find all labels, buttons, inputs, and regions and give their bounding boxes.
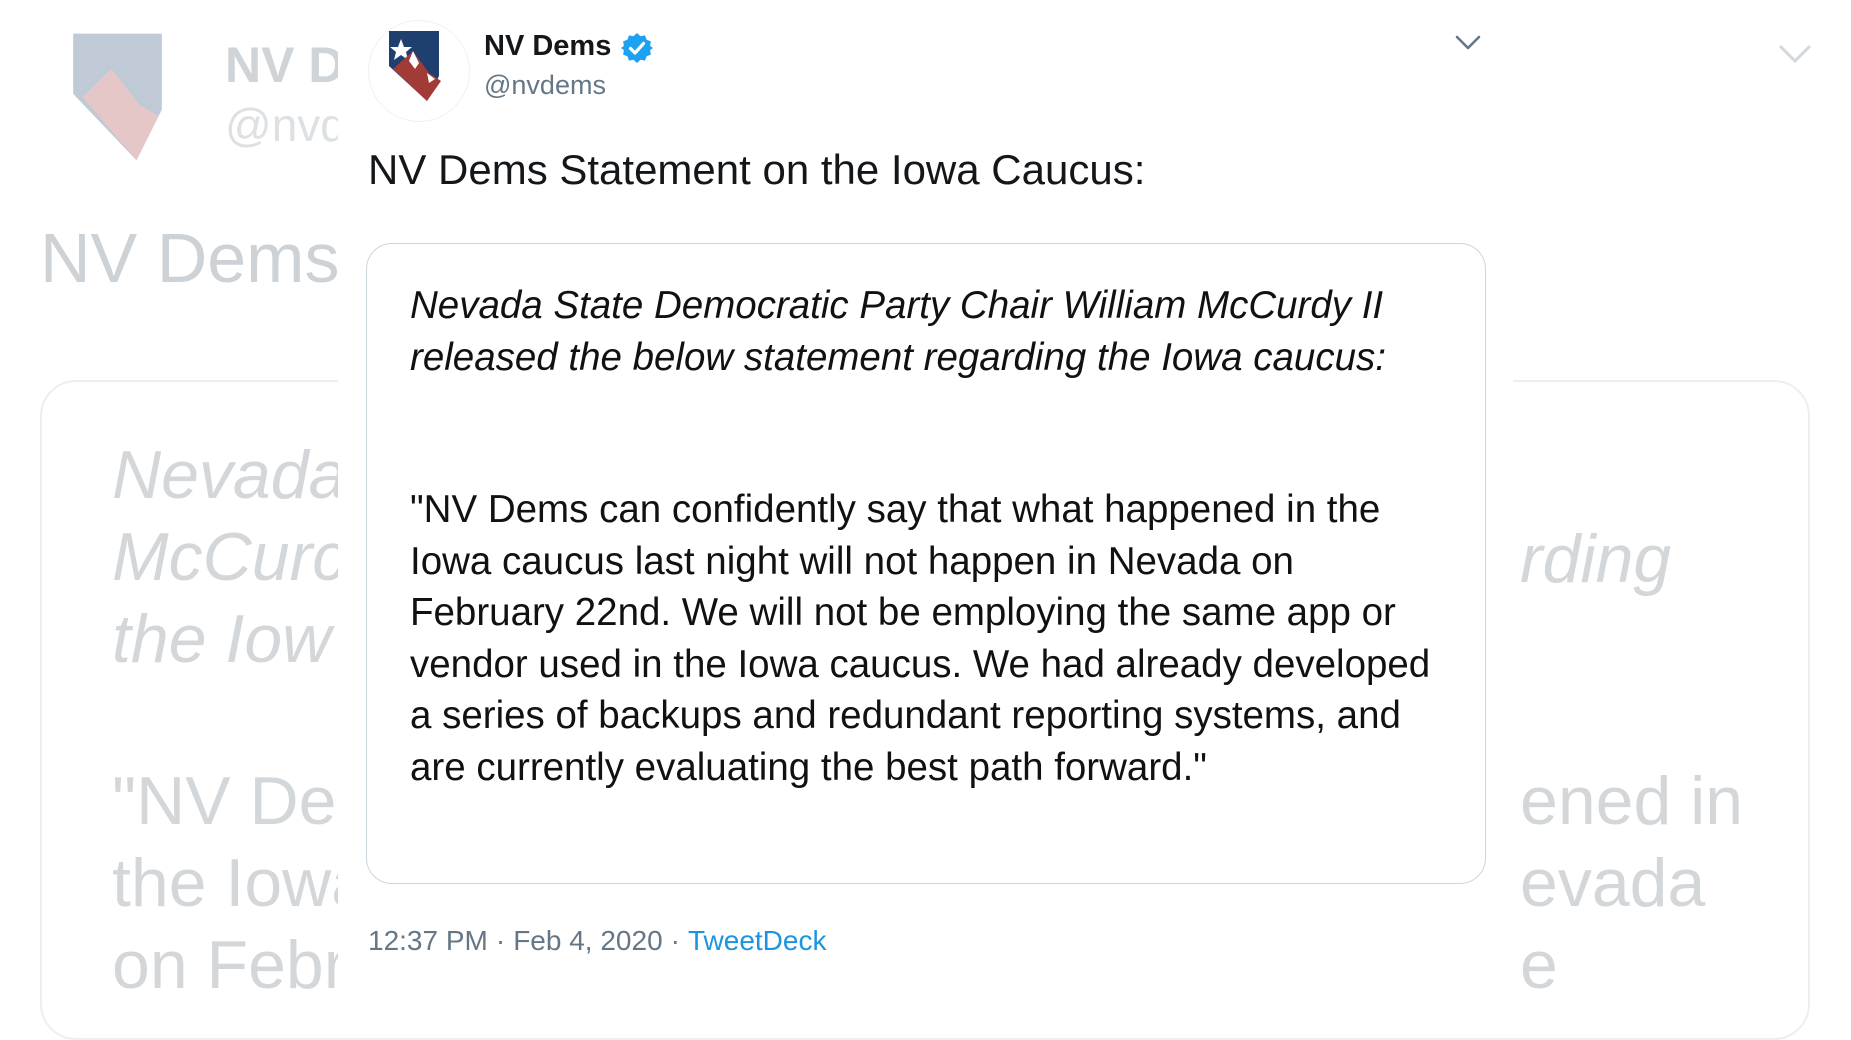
background-author-name: NV D	[225, 37, 345, 93]
background-intro-right-fragment: rding	[1520, 521, 1672, 597]
statement-intro: Nevada State Democratic Party Chair Will…	[410, 284, 1386, 379]
background-author-handle: @nvd	[225, 99, 346, 151]
tweet-meta: 12:37 PM · Feb 4, 2020 · TweetDeck	[368, 925, 826, 957]
chevron-down-icon[interactable]	[1455, 34, 1481, 52]
background-quote-line: "NV De	[112, 763, 337, 839]
nevada-state-shape-logo-icon	[389, 31, 441, 101]
tweet-source-link[interactable]: TweetDeck	[688, 925, 827, 956]
background-intro-line: the Iow	[112, 601, 332, 677]
background-intro-text: Nevada McCurc the Iow	[112, 434, 346, 680]
background-avatar-logo-icon	[73, 33, 162, 161]
background-quote-right-fragments: ened in evada e	[1520, 760, 1743, 1006]
statement-body: "NV Dems can confidently say that what h…	[410, 488, 1431, 789]
background-chevron-down-icon	[1778, 44, 1812, 64]
meta-separator: ·	[670, 925, 680, 956]
meta-separator: ·	[495, 925, 506, 956]
tweet-time[interactable]: 12:37 PM	[368, 925, 488, 956]
author-name[interactable]: NV Dems	[484, 30, 611, 63]
background-quote-right-line: e	[1520, 927, 1558, 1003]
background-tweet-text: NV Dems	[40, 219, 340, 297]
avatar[interactable]	[368, 20, 470, 122]
author-handle[interactable]: @nvdems	[484, 70, 606, 101]
tweet: NV Dems @nvdems NV Dems Statement on the…	[338, 0, 1513, 975]
background-intro-line: McCurc	[112, 519, 347, 595]
verified-badge-icon	[621, 33, 653, 63]
background-quote-line: on Febr	[112, 927, 347, 1003]
background-intro-line: Nevada	[112, 437, 347, 513]
tweet-date[interactable]: Feb 4, 2020	[513, 925, 662, 956]
background-quote-right-line: ened in	[1520, 763, 1744, 839]
background-quote-text: "NV De the Iowa on Febr	[112, 760, 369, 1006]
background-quote-right-line: evada	[1520, 845, 1706, 921]
background-quote-line: the Iowa	[112, 845, 370, 921]
tweet-text: NV Dems Statement on the Iowa Caucus:	[368, 146, 1146, 193]
